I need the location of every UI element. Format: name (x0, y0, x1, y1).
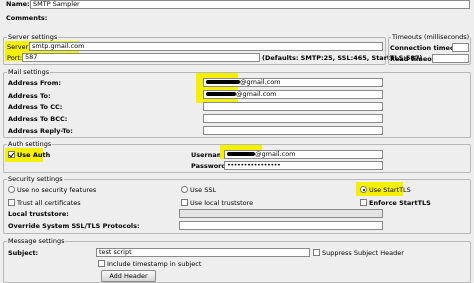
trust-all-label: Trust all certificates (17, 199, 81, 207)
address-bcc-label: Address To BCC: (8, 115, 68, 123)
address-cc-label: Address To CC: (8, 103, 63, 111)
use-ssl-radio[interactable] (181, 186, 188, 193)
server-settings-title: Server settings (7, 33, 59, 41)
port-input[interactable]: 587 (22, 53, 260, 62)
redaction-scribble (206, 92, 236, 96)
add-header-button[interactable]: Add Header (101, 270, 156, 282)
password-input[interactable]: •••••••••••••••• (224, 161, 383, 170)
password-label: Password: (191, 162, 229, 170)
name-input[interactable]: SMTP Sampler (30, 0, 470, 9)
comments-label: Comments: (6, 14, 48, 22)
subject-label: Subject: (8, 249, 39, 257)
address-bcc-input[interactable] (203, 114, 383, 123)
use-ssl-label: Use SSL (190, 186, 217, 194)
use-auth-label: Use Auth (17, 151, 51, 159)
redaction-scribble (227, 152, 255, 156)
override-protocols-label: Override System SSL/TLS Protocols: (8, 222, 140, 230)
message-settings-title: Message settings (7, 237, 66, 245)
security-settings-title: Security settings (7, 175, 64, 183)
port-label: Port: (7, 54, 23, 62)
address-to-input[interactable]: @gmail.com (203, 90, 383, 99)
enforce-starttls-label: Enforce StartTLS (369, 199, 431, 207)
use-local-truststore-label: Use local truststore (190, 199, 254, 207)
suppress-subject-label: Suppress Subject Header (322, 249, 404, 257)
address-from-label: Address From: (8, 79, 62, 87)
no-security-radio[interactable] (8, 186, 15, 193)
username-input[interactable]: @gmail.com (224, 150, 383, 159)
address-cc-input[interactable] (203, 102, 383, 111)
use-local-truststore-checkbox[interactable] (181, 199, 188, 206)
name-label: Name: (6, 0, 30, 8)
address-reply-to-label: Address Reply-To: (8, 127, 73, 135)
suppress-subject-checkbox[interactable] (313, 249, 320, 256)
server-input[interactable]: smtp.gmail.com (29, 42, 383, 51)
server-label: Server: (7, 43, 31, 51)
address-reply-to-input[interactable] (203, 126, 383, 135)
use-starttls-radio[interactable] (360, 186, 367, 193)
address-to-value: @gmail.com (236, 90, 277, 98)
read-timeout-input[interactable] (432, 54, 469, 63)
include-timestamp-label: Include timestamp in subject (107, 260, 202, 268)
auth-settings-title: Auth settings (7, 140, 53, 148)
use-starttls-label: Use StartTLS (369, 186, 411, 194)
subject-input[interactable]: test script (96, 248, 310, 257)
username-value: @gmail.com (255, 150, 296, 158)
local-truststore-label: Local truststore: (8, 210, 69, 218)
address-to-label: Address To: (8, 92, 51, 100)
override-protocols-input[interactable] (179, 221, 383, 230)
trust-all-checkbox[interactable] (8, 199, 15, 206)
no-security-label: Use no security features (17, 186, 97, 194)
connection-timeout-input[interactable] (452, 43, 469, 52)
mail-settings-title: Mail settings (7, 68, 51, 76)
local-truststore-input[interactable] (179, 209, 383, 218)
address-from-input[interactable]: @gmail.com (203, 78, 383, 87)
address-from-value: @gmail.com (240, 78, 281, 86)
redaction-scribble (206, 80, 240, 84)
include-timestamp-checkbox[interactable] (98, 260, 105, 267)
enforce-starttls-checkbox[interactable] (360, 199, 367, 206)
timeouts-title: Timeouts (milliseconds) (391, 33, 471, 41)
use-auth-checkbox[interactable] (8, 151, 15, 158)
